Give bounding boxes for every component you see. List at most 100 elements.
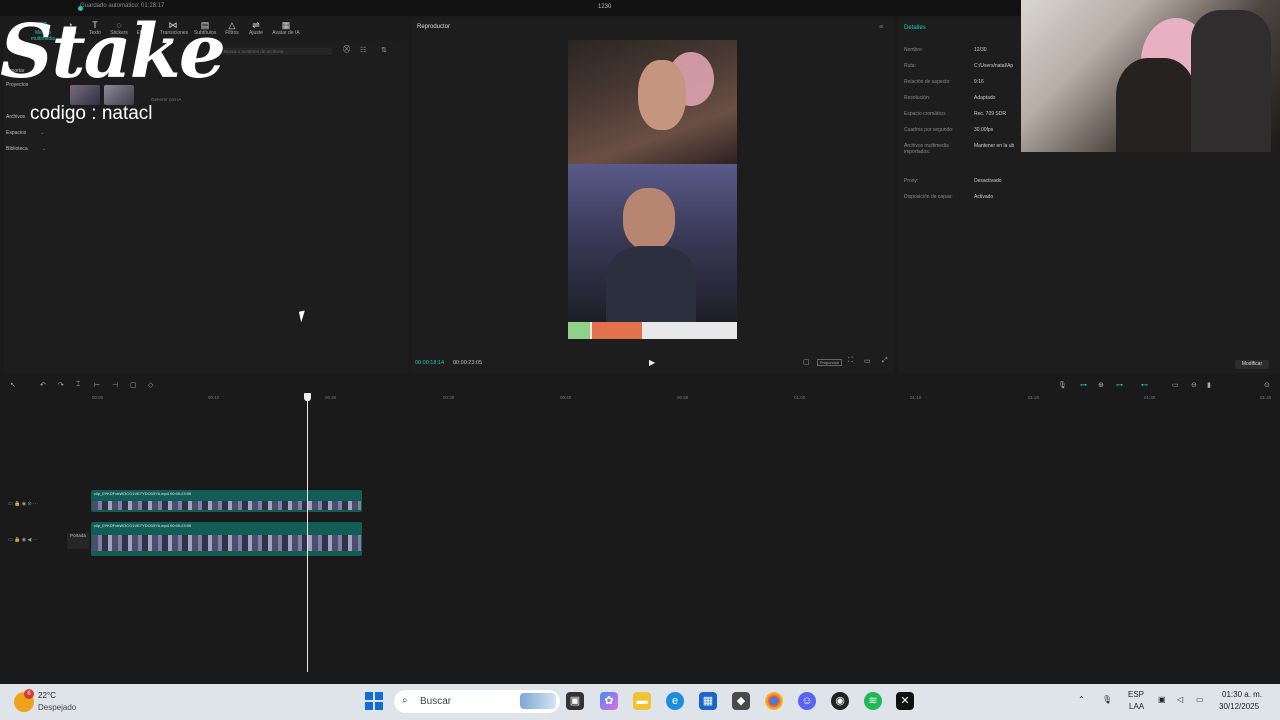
clip-name: clip_0YKDFvbWOCG1VE7YDO33Y6.mp4 00:00:23… [94,523,192,528]
current-time: 00:00:18:14 [415,360,445,366]
detail-value: C:/Users/natal/Ap [974,63,1014,69]
delete-icon[interactable]: ▢ [130,381,137,389]
detail-label: Resolución: [904,95,931,101]
windows-start-icon[interactable] [365,692,383,710]
weather-desc: Despejado [38,703,77,712]
preview-axis-icon[interactable]: ⊷ [1141,381,1148,389]
color-block [568,322,590,339]
project-name: 1230 [598,4,612,10]
ruler-tick: 01:20 [1028,395,1040,400]
person-shape [623,188,675,250]
cover-button[interactable]: Portada [67,533,89,549]
discord-icon[interactable]: ☺ [798,692,816,710]
shirt-shape [606,246,696,322]
detail-label: Cuadros por segundo: [904,127,954,133]
nav-spaces[interactable]: Espacios ⌄ [6,130,45,136]
total-time: 00:00:23:05 [453,360,483,366]
detail-label: Disposición de capas: [904,194,953,200]
microphone-tray-icon[interactable]: 🎙 [1102,695,1112,704]
copilot-icon[interactable]: ✿ [600,692,618,710]
menu-icon[interactable]: ≡ [879,24,883,31]
track-controls[interactable]: ▭ 🔒 ◉ ◀ ⋯ [8,537,38,543]
video-preview-bottom[interactable] [568,322,737,339]
video-preview-top[interactable] [568,40,737,164]
fullscreen-preview-icon[interactable]: ▢ [803,358,810,366]
zoom-fit-icon[interactable]: ⊙ [1264,381,1270,389]
ruler-tick: 00:30 [443,395,455,400]
ratio-button[interactable]: Proporción [817,359,842,366]
nav-files[interactable]: Archivos [6,114,25,120]
nav-library[interactable]: Biblioteca ⌄ [6,146,46,152]
ruler-tick: 01:30 [1144,395,1156,400]
ruler-tick: 01:00 [794,395,806,400]
capcut-icon[interactable]: ✕ [896,692,914,710]
video-clip-main[interactable]: clip_0YKDFvbWOCG1VE7YDO33Y6.mp4 00:00:23… [91,522,362,556]
task-view-icon[interactable]: ▣ [566,692,584,710]
snap-icon[interactable]: ⊶ [1116,381,1123,389]
taskbar-search[interactable]: ⌕ Buscar [394,690,560,713]
magnet-icon[interactable]: ⊕ [1098,381,1104,389]
clip-filmstrip [92,501,361,510]
weather-badge: 6 [24,689,34,699]
ruler-tick: 00:00 [92,395,104,400]
split-icon[interactable]: ⌶ [76,381,80,389]
volume-icon[interactable]: ◁ [1177,695,1183,704]
avatar-icon: ▦ [281,20,291,30]
battery-icon[interactable]: ▭ [1196,695,1204,704]
app-icon[interactable]: ◆ [732,692,750,710]
detail-label: Proxy: [904,178,919,184]
playhead[interactable] [307,394,308,672]
track-controls[interactable]: ▭ 🔒 ◉ ⊘ ⋯ [8,501,38,507]
link-icon[interactable]: ⊶ [1080,381,1087,389]
ruler-tick: 00:20 [325,395,337,400]
undo-icon[interactable]: ↶ [40,381,46,389]
redo-icon[interactable]: ↷ [58,381,64,389]
play-button[interactable]: ▶ [649,358,655,367]
file-explorer-icon[interactable]: ▬ [633,692,651,710]
detail-value: Desactivado [974,178,1002,184]
person-shape [638,60,686,130]
view-toggle-icon[interactable]: ☷ [360,46,366,54]
crop-icon[interactable]: ⛶ [848,357,853,365]
caption-icon[interactable]: ▭ [1172,381,1179,389]
store-icon[interactable]: ▦ [699,692,717,710]
adjust-icon: ⇌ [252,20,260,30]
shield-icon[interactable]: ◇ [148,381,153,389]
media-search-input[interactable]: Busca o nombres de archivos [220,48,332,55]
obs-icon[interactable]: ◉ [831,692,849,710]
tool-ai-avatar[interactable]: ▦ Avatar de IA [272,20,300,40]
chair-shape [1191,10,1271,152]
language-indicator[interactable]: ESP [1128,690,1144,699]
details-tab[interactable]: Detalles [904,25,926,31]
video-clip-top[interactable]: clip_0YKDFvbWOCG1VE7YDO33Y6.mp4 00:00:23… [91,490,362,512]
edge-icon[interactable]: e [666,692,684,710]
language-variant: LAA [1129,702,1145,711]
video-preview-middle[interactable] [568,164,737,322]
detail-label: Ruta: [904,63,916,69]
select-tool-icon[interactable]: ↖ [10,381,16,389]
zoom-slider[interactable]: ▮ [1207,381,1211,389]
chrome-icon[interactable] [765,692,783,710]
split-right-icon[interactable]: ⊣ [112,381,118,389]
ruler-tick: 01:10 [910,395,922,400]
sort-icon[interactable]: ⇅ [381,46,387,54]
spotify-icon[interactable]: ≋ [864,692,882,710]
clock-time[interactable]: 01:30 a. m. [1222,690,1262,699]
video-editor-app: Guardado automático: 01:28:17 1230 ▣ Medi… [0,0,1280,720]
playhead-handle[interactable] [304,393,311,401]
quality-icon[interactable]: ▭ [864,357,871,365]
network-icon[interactable]: ▣ [1158,695,1166,704]
filter-icon[interactable]: ⛒ [343,46,350,54]
split-left-icon[interactable]: ⊢ [94,381,100,389]
expand-icon[interactable]: ⤢ [882,357,888,365]
tool-adjust[interactable]: ⇌ Ajuste [243,20,269,40]
chevron-up-icon[interactable]: ⌃ [1078,695,1085,704]
promo-code-text: codigo : natacl [30,103,153,124]
clock-date[interactable]: 30/12/2025 [1219,702,1259,711]
color-block [592,322,642,339]
person-shape [1116,58,1196,152]
zoom-out-icon[interactable]: ⊖ [1191,381,1197,389]
detail-label: Relación de aspecto: [904,79,951,85]
microphone-icon[interactable]: 🎙 [1058,381,1067,389]
modify-button[interactable]: Modificar [1235,360,1269,369]
